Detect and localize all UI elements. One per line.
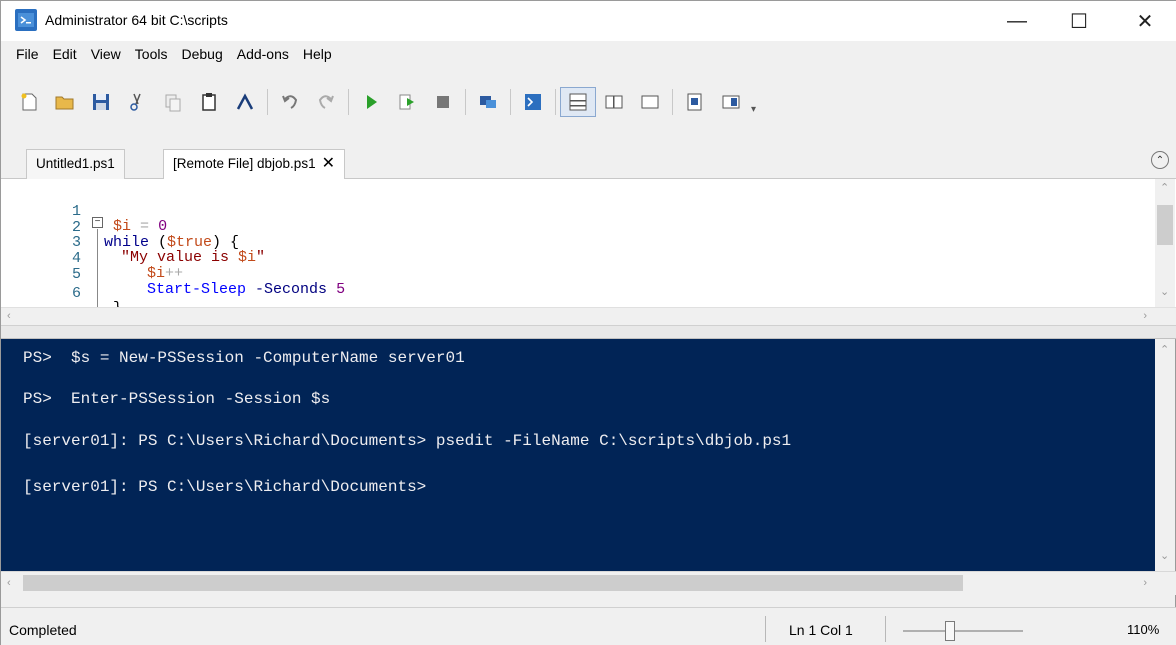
scroll-up-icon[interactable]: ⌃	[1160, 181, 1169, 194]
tab-untitled1[interactable]: Untitled1.ps1	[26, 149, 125, 179]
toolbar-separator	[672, 89, 673, 115]
tab-label: [Remote File] dbjob.ps1	[173, 156, 316, 171]
code-line: 1 $i = 0	[1, 189, 167, 234]
fold-toggle-icon[interactable]: −	[92, 217, 103, 228]
scroll-down-icon[interactable]: ⌄	[1160, 549, 1169, 562]
code-text: $i++	[147, 265, 184, 282]
console-line: PS> $s = New-PSSession -ComputerName ser…	[23, 349, 465, 367]
zoom-slider-track[interactable]	[903, 630, 1023, 632]
status-separator	[765, 616, 766, 642]
maximize-button[interactable]: ☐	[1051, 1, 1107, 41]
console-vertical-scrollbar[interactable]: ⌃ ⌄	[1155, 339, 1175, 571]
show-script-maximized-icon[interactable]	[632, 87, 668, 117]
code-line: 2 while ($true) {	[1, 205, 239, 250]
menu-view[interactable]: View	[84, 43, 128, 65]
title-bar: Administrator 64 bit C:\scripts — ☐ ✕	[1, 1, 1176, 41]
scroll-down-icon[interactable]: ⌄	[1160, 285, 1169, 298]
clear-console-icon[interactable]	[227, 87, 263, 117]
undo-icon[interactable]	[272, 87, 308, 117]
console-scroll-thumb[interactable]	[23, 575, 963, 591]
new-remote-tab-icon[interactable]	[470, 87, 506, 117]
code-text: "My value is $i"	[121, 249, 266, 266]
tab-label: Untitled1.ps1	[36, 156, 115, 171]
console-line: [server01]: PS C:\Users\Richard\Document…	[23, 478, 427, 496]
show-command-window-icon[interactable]	[677, 87, 713, 117]
copy-icon[interactable]	[155, 87, 191, 117]
menu-edit[interactable]: Edit	[46, 43, 84, 65]
scroll-up-icon[interactable]: ⌃	[1160, 343, 1169, 356]
collapse-script-pane-icon[interactable]: ⌃	[1151, 151, 1169, 169]
editor-horizontal-scrollbar[interactable]: ‹ ›	[1, 307, 1176, 325]
script-tabs: Untitled1.ps1 [Remote File] dbjob.ps1 ✕ ⌃	[1, 143, 1176, 180]
script-editor[interactable]: 1 $i = 0 2 while ($true) { 3 "My value i…	[1, 179, 1176, 307]
status-bar: Completed Ln 1 Col 1 110%	[1, 607, 1176, 645]
toolbar: ▾	[11, 85, 756, 119]
ise-window: Administrator 64 bit C:\scripts — ☐ ✕ Fi…	[0, 0, 1176, 645]
menu-add-ons[interactable]: Add-ons	[230, 43, 296, 65]
toolbar-separator	[267, 89, 268, 115]
code-text: while ($true) {	[104, 234, 240, 251]
minimize-button[interactable]: —	[989, 1, 1045, 41]
console-line: PS> Enter-PSSession -Session $s	[23, 390, 331, 408]
status-text: Completed	[9, 622, 77, 638]
menu-tools[interactable]: Tools	[128, 43, 175, 65]
code-line: 6 }	[1, 271, 122, 307]
start-powershell-icon[interactable]	[515, 87, 551, 117]
toolbar-overflow-icon[interactable]: ▾	[751, 104, 756, 115]
menu-debug[interactable]: Debug	[174, 43, 229, 65]
zoom-level: 110%	[1127, 622, 1160, 637]
scroll-right-icon[interactable]: ›	[1143, 310, 1147, 322]
menu-file[interactable]: File	[9, 43, 46, 65]
toolbar-separator	[555, 89, 556, 115]
cursor-position: Ln 1 Col 1	[789, 622, 853, 638]
tab-close-icon[interactable]: ✕	[322, 155, 335, 172]
toolbar-separator	[465, 89, 466, 115]
menu-help[interactable]: Help	[296, 43, 339, 65]
fold-guide	[97, 229, 98, 307]
scroll-left-icon[interactable]: ‹	[7, 577, 11, 589]
line-number: 6	[71, 285, 81, 302]
show-script-right-icon[interactable]	[596, 87, 632, 117]
tab-remote-dbjob[interactable]: [Remote File] dbjob.ps1 ✕	[163, 149, 345, 180]
code-text: Start-Sleep -Seconds 5	[147, 281, 346, 298]
run-script-icon[interactable]	[353, 87, 389, 117]
code-line: 3 "My value is $i"	[1, 220, 265, 265]
status-separator	[885, 616, 886, 642]
console-pane[interactable]: PS> $s = New-PSSession -ComputerName ser…	[1, 339, 1157, 571]
zoom-slider-thumb[interactable]	[945, 621, 955, 641]
code-text: $i = 0	[113, 218, 168, 235]
scroll-right-icon[interactable]: ›	[1143, 577, 1147, 589]
stop-icon[interactable]	[425, 87, 461, 117]
code-line: 4 $i++	[1, 236, 183, 281]
open-folder-icon[interactable]	[47, 87, 83, 117]
code-line: 5 Start-Sleep -Seconds 5	[1, 252, 345, 297]
close-button[interactable]: ✕	[1117, 1, 1173, 41]
show-command-addon-icon[interactable]	[713, 87, 749, 117]
editor-scroll-thumb[interactable]	[1157, 205, 1173, 245]
toolbar-separator	[348, 89, 349, 115]
pane-splitter[interactable]	[1, 325, 1176, 339]
cut-icon[interactable]	[119, 87, 155, 117]
powershell-ise-icon	[15, 9, 37, 31]
run-selection-icon[interactable]	[389, 87, 425, 117]
paste-icon[interactable]	[191, 87, 227, 117]
scroll-left-icon[interactable]: ‹	[7, 310, 11, 322]
menu-bar: File Edit View Tools Debug Add-ons Help	[1, 43, 339, 65]
toolbar-separator	[510, 89, 511, 115]
console-line: [server01]: PS C:\Users\Richard\Document…	[23, 432, 792, 450]
new-script-icon[interactable]	[11, 87, 47, 117]
window-title: Administrator 64 bit C:\scripts	[45, 12, 228, 28]
redo-icon[interactable]	[308, 87, 344, 117]
save-icon[interactable]	[83, 87, 119, 117]
show-script-top-icon[interactable]	[560, 87, 596, 117]
